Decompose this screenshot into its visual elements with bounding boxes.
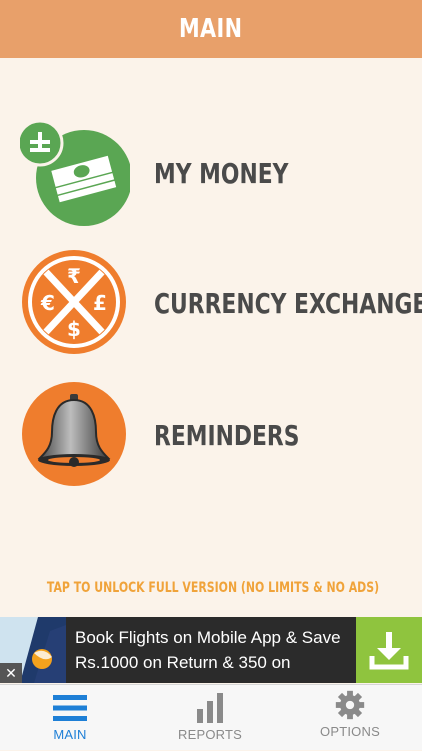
- menu-item-reminders[interactable]: REMINDERS: [0, 380, 422, 490]
- hamburger-icon: [53, 695, 87, 721]
- page-title: MAIN: [179, 14, 243, 44]
- dollar-symbol: $: [67, 317, 81, 341]
- ad-close-button[interactable]: ✕: [0, 663, 22, 683]
- tab-reports[interactable]: REPORTS: [140, 685, 280, 751]
- download-icon: [369, 632, 409, 670]
- gear-icon: [335, 690, 365, 720]
- menu-item-label: REMINDERS: [154, 418, 300, 452]
- menu-item-currency-exchange[interactable]: ₹ € £ $ CURRENCY EXCHANGE: [0, 248, 422, 358]
- rupee-symbol: ₹: [67, 264, 81, 288]
- tab-main[interactable]: MAIN: [0, 685, 140, 751]
- tab-bar: MAIN REPORTS OPTIONS: [0, 684, 422, 750]
- ad-line-2: Rs.1000 on Return & 350 on: [75, 653, 291, 672]
- unlock-full-version-link[interactable]: TAP TO UNLOCK FULL VERSION (NO LIMITS & …: [0, 580, 422, 604]
- ad-text: Book Flights on Mobile App & Save Rs.100…: [75, 625, 353, 675]
- money-stack-icon: [16, 118, 132, 228]
- menu-item-my-money[interactable]: MY MONEY: [0, 118, 422, 228]
- tab-options[interactable]: OPTIONS: [280, 685, 420, 751]
- unlock-text: TAP TO UNLOCK FULL VERSION (NO LIMITS & …: [46, 580, 380, 596]
- menu-item-label: MY MONEY: [154, 156, 289, 190]
- tab-label: MAIN: [53, 727, 87, 742]
- pound-symbol: £: [93, 291, 107, 315]
- app-header: MAIN: [0, 0, 422, 58]
- bar-chart-icon: [197, 693, 223, 723]
- menu-item-label: CURRENCY EXCHANGE: [154, 286, 422, 320]
- ad-download-button[interactable]: [356, 617, 422, 683]
- tab-label: OPTIONS: [320, 724, 380, 739]
- close-icon: ✕: [5, 665, 17, 681]
- bell-icon: [20, 380, 128, 488]
- euro-symbol: €: [40, 291, 55, 315]
- tab-label: REPORTS: [177, 727, 242, 742]
- currency-exchange-icon: ₹ € £ $: [20, 248, 128, 356]
- ad-banner[interactable]: ✕ Book Flights on Mobile App & Save Rs.1…: [0, 617, 422, 683]
- ad-line-1: Book Flights on Mobile App & Save: [75, 628, 341, 647]
